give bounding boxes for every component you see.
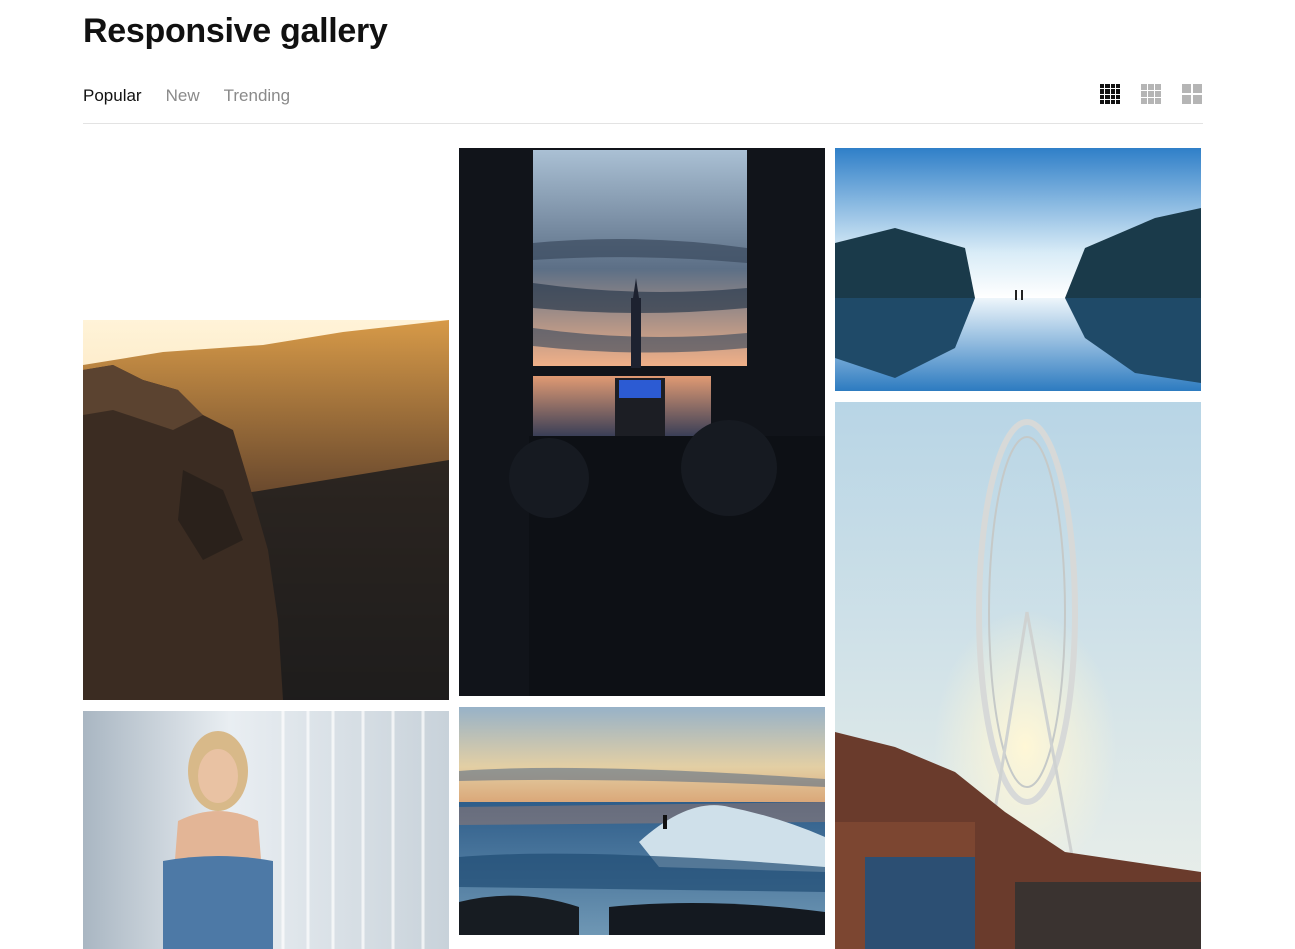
photo-woman-curtain[interactable] [83,711,449,949]
view-toggle-group [1100,84,1202,104]
tab-trending[interactable]: Trending [224,86,290,106]
tab-popular[interactable]: Popular [83,86,142,106]
photo-surfer-wave[interactable] [459,707,825,935]
grid-4x4-icon[interactable] [1100,84,1120,104]
gallery-tabs: Popular New Trending [83,86,290,106]
photo-city-window[interactable] [459,148,825,696]
tab-new[interactable]: New [166,86,200,106]
grid-3x3-icon[interactable] [1141,84,1161,104]
header-divider [83,123,1203,124]
grid-2x2-icon[interactable] [1182,84,1202,104]
photo-infinity-pool[interactable] [835,148,1201,391]
photo-ferris-wheel[interactable] [835,402,1201,949]
photo-mountain-cliff[interactable] [83,320,449,700]
page-title: Responsive gallery [83,12,388,50]
